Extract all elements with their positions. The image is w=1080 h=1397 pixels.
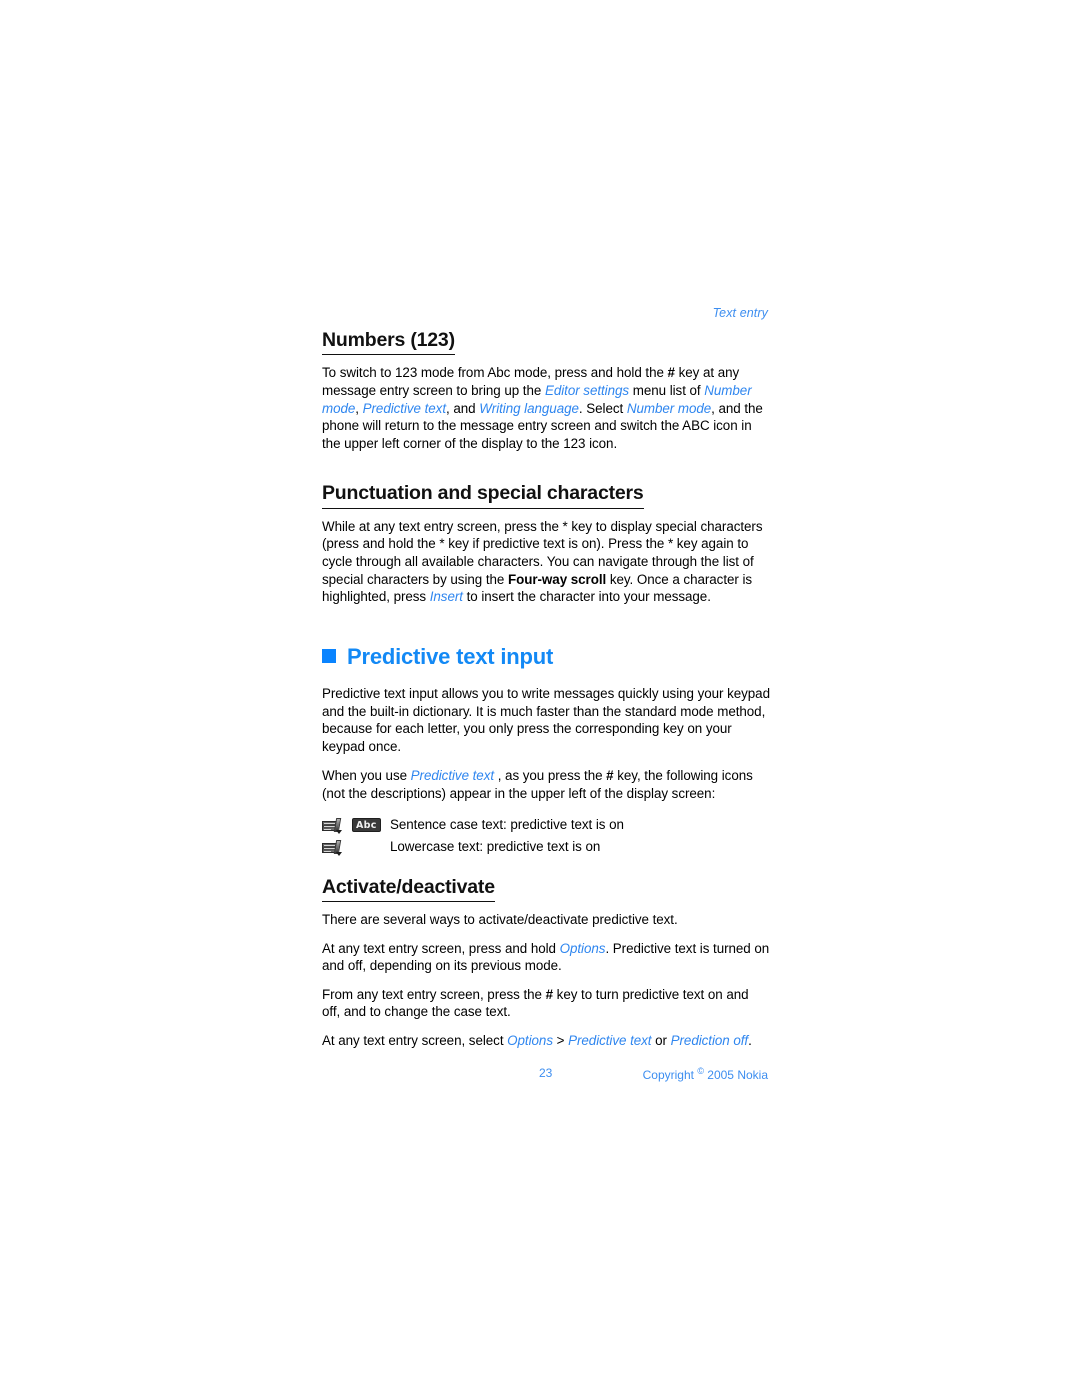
spacer-after-numbers	[322, 464, 770, 483]
pad-line	[324, 828, 331, 830]
inline-ui-reference: Predictive text	[410, 768, 495, 784]
copyright-symbol-icon: ©	[697, 1066, 704, 1076]
copyright-suffix: 2005 Nokia	[703, 1068, 768, 1082]
inline-ui-reference: Options	[559, 940, 606, 956]
inline-emphasis: #	[545, 986, 554, 1002]
inline-text: At any text entry screen, select	[322, 1033, 508, 1049]
inline-ui-reference: Prediction off	[670, 1033, 749, 1049]
paragraph-activate-2: At any text entry screen, press and hold…	[322, 940, 770, 975]
section-heading-punctuation: Punctuation and special characters	[322, 482, 644, 509]
paragraph-numbers: To switch to 123 mode from Abc mode, pre…	[322, 364, 770, 452]
case-badge-slot: Abc	[352, 817, 390, 832]
pad-line	[324, 825, 335, 827]
predictive-text-icon-slot	[322, 839, 352, 856]
page-number: 23	[539, 1066, 553, 1080]
spacer-after-chapter-heading	[322, 669, 770, 685]
section-heading-activate: Activate/deactivate	[322, 876, 495, 903]
inline-ui-reference: Options	[507, 1033, 553, 1049]
inline-text: or	[651, 1033, 671, 1049]
chapter-heading-label: Predictive text input	[347, 643, 554, 669]
inline-text: . Select	[578, 400, 627, 416]
predictive-text-icon	[322, 817, 346, 834]
spacer-before-chapter	[322, 618, 770, 644]
inline-emphasis: Four-way scroll	[507, 571, 607, 587]
abc-case-badge-icon: Abc	[352, 817, 381, 832]
inline-text: .	[748, 1033, 752, 1049]
paragraph-activate-3: From any text entry screen, press the # …	[322, 986, 770, 1021]
inline-text: , as you press the	[494, 768, 607, 784]
paragraph-activate-4: At any text entry screen, select Options…	[322, 1032, 770, 1050]
section-heading-numbers: Numbers (123)	[322, 329, 455, 356]
inline-ui-reference: Editor settings	[544, 383, 630, 399]
heading-wrap-activate: Activate/deactivate	[322, 876, 770, 911]
paragraph-icons-intro: When you use Predictive text , as you pr…	[322, 767, 770, 802]
paragraph-activate-1: There are several ways to activate/deact…	[322, 912, 678, 928]
blue-square-bullet-icon	[322, 649, 336, 664]
inline-text: key if predictive text is on). Press the	[444, 536, 668, 552]
quill-tip-shape	[336, 851, 342, 856]
manual-page: Text entry Numbers (123) To switch to 12…	[0, 0, 1080, 1397]
running-head: Text entry	[712, 306, 768, 320]
heading-wrap-numbers: Numbers (123)	[322, 329, 770, 364]
inline-text: , and	[446, 400, 480, 416]
predictive-text-icon	[322, 839, 346, 856]
icon-legend-row: Abc Sentence case text: predictive text …	[322, 814, 770, 836]
inline-emphasis: #	[606, 768, 614, 784]
inline-text: to insert the character into your messag…	[462, 589, 711, 605]
inline-emphasis: #	[667, 365, 675, 381]
copyright-notice: Copyright © 2005 Nokia	[643, 1066, 768, 1082]
copyright-prefix: Copyright	[642, 1068, 698, 1082]
pad-line	[324, 844, 335, 846]
pad-line	[324, 822, 335, 824]
pad-line	[324, 850, 331, 852]
icon-legend-description: Lowercase text: predictive text is on	[390, 838, 601, 854]
paragraph-predictive-intro: Predictive text input allows you to writ…	[322, 686, 770, 754]
inline-ui-reference: Number mode	[626, 400, 712, 416]
icon-legend-row: Lowercase text: predictive text is on	[322, 836, 770, 858]
inline-ui-reference: Insert	[429, 589, 463, 605]
spacer-before-activate	[322, 858, 770, 877]
inline-ui-reference: Predictive text	[568, 1033, 652, 1049]
inline-text: To switch to 123 mode from Abc mode, pre…	[322, 365, 668, 381]
quill-tip-shape	[336, 829, 342, 834]
paragraph-punctuation: While at any text entry screen, press th…	[322, 518, 770, 606]
inline-text: From any text entry screen, press the	[322, 986, 546, 1002]
icon-legend-description: Sentence case text: predictive text is o…	[390, 816, 624, 832]
inline-ui-reference: Writing language	[479, 400, 579, 416]
pad-line	[324, 847, 335, 849]
chapter-heading: Predictive text input	[322, 644, 770, 669]
inline-text: >	[552, 1033, 569, 1049]
inline-text: menu list of	[629, 383, 705, 399]
inline-text: When you use	[322, 768, 411, 784]
inline-text: At any text entry screen, press and hold	[322, 940, 560, 956]
inline-text: ,	[355, 400, 363, 416]
predictive-text-icon-slot	[322, 817, 352, 834]
inline-text: While at any text entry screen, press th…	[322, 518, 563, 534]
heading-wrap-punctuation: Punctuation and special characters	[322, 482, 770, 517]
inline-ui-reference: Predictive text	[362, 400, 446, 416]
page-content: Numbers (123) To switch to 123 mode from…	[322, 329, 770, 1061]
